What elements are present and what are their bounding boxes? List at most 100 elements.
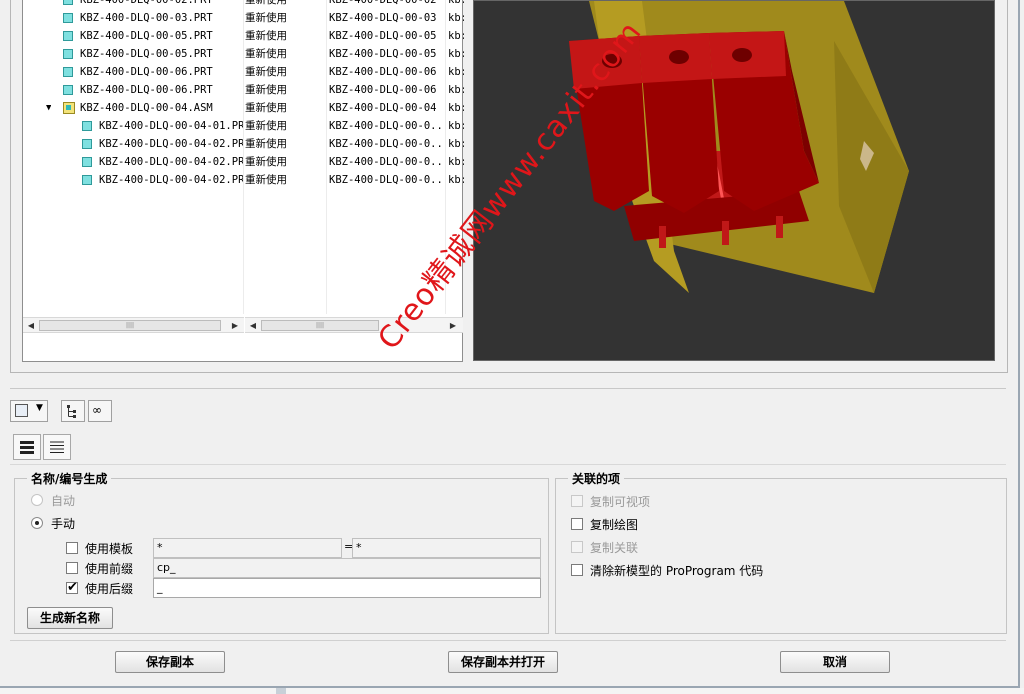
auto-radio[interactable]	[31, 494, 43, 506]
part-icon	[82, 175, 92, 185]
new-name-cell: KBZ-400-DLQ-00-06	[329, 84, 437, 96]
new-name-cell: KBZ-400-DLQ-00-0...	[329, 156, 445, 168]
clear-proprogram-label: 清除新模型的 ProProgram 代码	[590, 564, 764, 578]
manual-radio[interactable]	[31, 517, 43, 529]
scroll-right-icon[interactable]: ▶	[229, 320, 241, 332]
new-name-cell: KBZ-400-DLQ-00-02	[329, 0, 437, 6]
action-cell: 重新使用	[245, 120, 287, 132]
action-cell: 重新使用	[245, 138, 287, 150]
scroll-thumb[interactable]: ||||	[39, 320, 221, 331]
save-copy-and-open-button[interactable]: 保存副本并打开	[448, 651, 558, 673]
extra-cell: kb:	[448, 84, 464, 96]
scroll-right-icon[interactable]: ▶	[447, 320, 459, 332]
tree-horizontal-scrollbar[interactable]: ◀ |||| ▶	[23, 317, 244, 333]
template-input[interactable]: *	[153, 538, 342, 558]
manual-label: 手动	[51, 517, 76, 531]
model-preview-viewport[interactable]	[473, 0, 995, 361]
template-result-input[interactable]: *	[352, 538, 541, 558]
copy-visible-label: 复制可视项	[590, 495, 651, 509]
tree-row-part[interactable]: KBZ-400-DLQ-00-04-02.PRT 重新使用 KBZ-400-DLQ-…	[23, 135, 464, 153]
part-icon	[63, 31, 73, 41]
use-prefix-checkbox[interactable]	[66, 562, 78, 574]
action-cell: 重新使用	[245, 84, 287, 96]
related-items-group: 关联的项 复制可视项 复制绘图 复制关联 清除新模型的 ProProgram 代…	[555, 470, 1007, 634]
part-icon	[63, 49, 73, 59]
copy-drawing-label: 复制绘图	[590, 518, 639, 532]
generate-names-button[interactable]: 生成新名称	[27, 607, 113, 629]
copy-visible-checkbox[interactable]	[571, 495, 583, 507]
save-copy-button[interactable]: 保存副本	[115, 651, 225, 673]
tree-row-part[interactable]: KBZ-400-DLQ-00-05.PRT 重新使用 KBZ-400-DLQ-00-…	[23, 27, 464, 45]
list-icon	[50, 441, 64, 453]
model-name-cell: KBZ-400-DLQ-00-06.PRT	[80, 66, 213, 78]
prefix-input[interactable]: cp_	[153, 558, 541, 578]
new-name-cell: KBZ-400-DLQ-00-0...	[329, 120, 445, 132]
extra-cell: kb:	[448, 156, 464, 168]
tree-row-part[interactable]: KBZ-400-DLQ-00-04-02.PRT 重新使用 KBZ-400-DLQ-…	[23, 153, 464, 171]
auto-label: 自动	[51, 494, 76, 508]
window-bottom-edge	[0, 688, 1024, 694]
action-cell: 重新使用	[245, 102, 287, 114]
extra-cell: kb:	[448, 0, 464, 6]
window-layout-icon	[15, 404, 28, 417]
part-icon	[82, 139, 92, 149]
show-glasses-button[interactable]: ∞	[88, 400, 112, 422]
layout-dropdown-button[interactable]: ▼	[10, 400, 48, 422]
use-suffix-label: 使用后缀	[85, 582, 134, 596]
action-cell: 重新使用	[245, 48, 287, 60]
divider	[10, 388, 1006, 389]
related-group-title: 关联的项	[568, 470, 625, 487]
copy-drawing-checkbox[interactable]	[571, 518, 583, 530]
tree-structure-icon	[67, 405, 76, 418]
new-name-cell: KBZ-400-DLQ-00-0...	[329, 138, 445, 150]
model-name-cell: KBZ-400-DLQ-00-05.PRT	[80, 48, 213, 60]
part-icon	[82, 121, 92, 131]
divider	[10, 464, 1006, 465]
extra-cell: kb:	[448, 174, 464, 186]
tree-row-part[interactable]: KBZ-400-DLQ-00-06.PRT 重新使用 KBZ-400-DLQ-00-…	[23, 63, 464, 81]
action-cell: 重新使用	[245, 12, 287, 24]
glasses-icon: ∞	[92, 403, 102, 417]
extra-cell: kb:	[448, 120, 464, 132]
model-3d-render	[569, 1, 909, 293]
list-view-button[interactable]	[43, 434, 71, 460]
use-template-checkbox[interactable]	[66, 542, 78, 554]
tree-row-assembly[interactable]: ▼ KBZ-400-DLQ-00-04.ASM 重新使用 KBZ-400-DLQ-00…	[23, 99, 464, 117]
part-icon	[82, 157, 92, 167]
naming-group: 名称/编号生成 自动 手动 使用模板 * = * 使用前缀 cp_ ✔ 使用后缀…	[14, 470, 549, 634]
tree-row-part[interactable]: KBZ-400-DLQ-00-04-02.PRT 重新使用 KBZ-400-DLQ-…	[23, 171, 464, 189]
scroll-left-icon[interactable]: ◀	[247, 320, 259, 332]
tree-row-part[interactable]: KBZ-400-DLQ-00-03.PRT 重新使用 KBZ-400-DLQ-00-…	[23, 9, 464, 27]
columns-horizontal-scrollbar[interactable]: ◀ |||| ▶	[245, 317, 463, 333]
detail-view-button[interactable]	[13, 434, 41, 460]
part-icon	[63, 13, 73, 23]
scroll-left-icon[interactable]: ◀	[25, 320, 37, 332]
extra-cell: kb:	[448, 30, 464, 42]
tree-row-part[interactable]: KBZ-400-DLQ-00-02.PRT 重新使用 KBZ-400-DLQ-00-…	[23, 0, 464, 9]
model-name-cell: KBZ-400-DLQ-00-04-02.PRT	[99, 174, 243, 186]
action-cell: 重新使用	[245, 156, 287, 168]
extra-cell: kb:	[448, 48, 464, 60]
extra-cell: kb:	[448, 138, 464, 150]
expand-toggle-icon[interactable]: ▼	[46, 99, 51, 117]
copy-relations-checkbox[interactable]	[571, 541, 583, 553]
new-name-cell: KBZ-400-DLQ-00-04	[329, 102, 437, 114]
suffix-input[interactable]: _	[153, 578, 541, 598]
scroll-thumb[interactable]: ||||	[261, 320, 379, 331]
extra-cell: kb:	[448, 12, 464, 24]
use-suffix-checkbox[interactable]: ✔	[66, 581, 78, 594]
tree-row-part[interactable]: KBZ-400-DLQ-00-06.PRT 重新使用 KBZ-400-DLQ-00-…	[23, 81, 464, 99]
model-name-cell: KBZ-400-DLQ-00-04-02.PRT	[99, 156, 243, 168]
new-name-cell: KBZ-400-DLQ-00-06	[329, 66, 437, 78]
action-cell: 重新使用	[245, 174, 287, 186]
tree-structure-button[interactable]	[61, 400, 85, 422]
cancel-button[interactable]: 取消	[780, 651, 890, 673]
model-name-cell: KBZ-400-DLQ-00-02.PRT	[80, 0, 213, 6]
model-name-cell: KBZ-400-DLQ-00-03.PRT	[80, 12, 213, 24]
new-name-cell: KBZ-400-DLQ-00-05	[329, 48, 437, 60]
tree-row-part[interactable]: KBZ-400-DLQ-00-05.PRT 重新使用 KBZ-400-DLQ-00-…	[23, 45, 464, 63]
copy-relations-label: 复制关联	[590, 541, 639, 555]
clear-proprogram-checkbox[interactable]	[571, 564, 583, 576]
action-cell: 重新使用	[245, 66, 287, 78]
tree-row-part[interactable]: KBZ-400-DLQ-00-04-01.PRT 重新使用 KBZ-400-DLQ-…	[23, 117, 464, 135]
